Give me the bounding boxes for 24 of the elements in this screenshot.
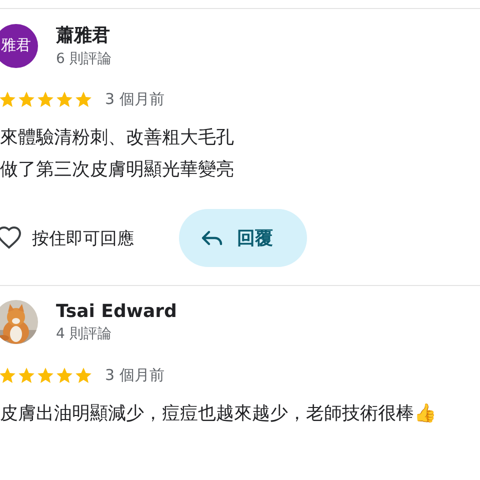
star-icon xyxy=(74,90,93,109)
review-text: 來體驗清粉刺、改善粗大毛孔 xyxy=(0,126,235,149)
avatar: 雅君 xyxy=(0,24,38,68)
review-count: 6 則評論 xyxy=(56,50,112,68)
review-count: 4 則評論 xyxy=(56,325,112,343)
star-icon xyxy=(55,90,74,109)
star-icon xyxy=(17,90,36,109)
review-text: 做了第三次皮膚明顯光華變亮 xyxy=(0,158,235,181)
heart-icon[interactable] xyxy=(0,226,22,250)
review-time: 3 個月前 xyxy=(105,366,164,385)
review-time: 3 個月前 xyxy=(105,90,164,109)
star-icon xyxy=(74,366,93,385)
reply-button[interactable]: 回覆 xyxy=(179,209,307,267)
star-icon xyxy=(17,366,36,385)
reviewer-name: Tsai Edward xyxy=(56,301,177,322)
star-icon xyxy=(0,366,17,385)
star-icon xyxy=(0,90,17,109)
reply-icon xyxy=(201,229,223,247)
star-icon xyxy=(55,366,74,385)
reviewer-name: 蕭雅君 xyxy=(56,24,111,47)
review-text: 皮膚出油明顯減少，痘痘也越來越少，老師技術很棒👍 xyxy=(0,402,437,425)
star-icon xyxy=(36,90,55,109)
like-hint: 按住即可回應 xyxy=(32,228,134,250)
star-icon xyxy=(36,366,55,385)
